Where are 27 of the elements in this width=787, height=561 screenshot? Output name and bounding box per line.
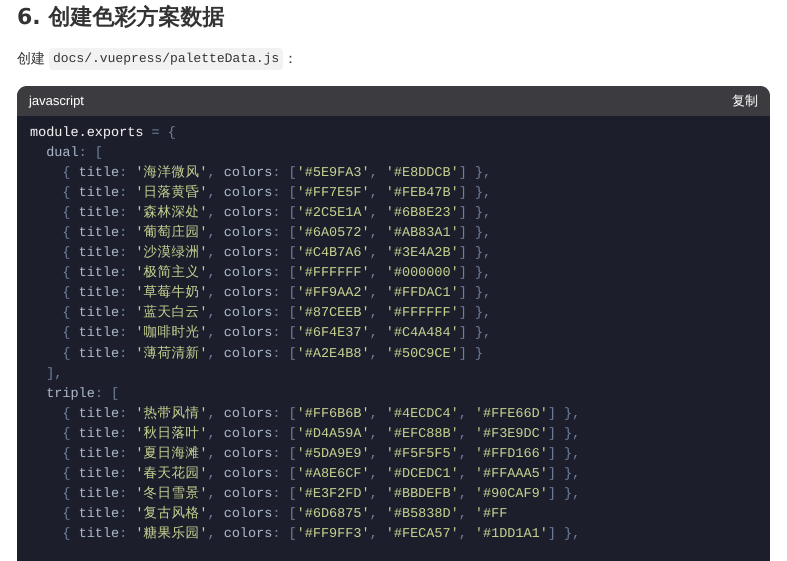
code-line: { title: '蓝天白云', colors: ['#87CEEB', '#FFFFFF'] }, <box>61 304 492 324</box>
copy-button[interactable]: 复制 <box>732 90 758 110</box>
intro-colon: ： <box>283 49 298 68</box>
code-line: { title: '热带风情', colors: ['#FF6B6B', '#4ECDC4', '#FFE66D'] }, <box>61 405 580 424</box>
code-line: { title: '咖啡时光', colors: ['#6F4E37', '#C4A484'] }, <box>61 324 492 344</box>
code-line: { title: '冬日雪景', colors: ['#E3F2FD', '#BBDEFB', '#90CAF9'] }, <box>61 485 580 504</box>
code-line: { title: '日落黄昏', colors: ['#FF7E5F', '#FEB47B'] }, <box>61 184 492 203</box>
code-line: ], <box>45 366 62 384</box>
code-line: { title: '海洋微风', colors: ['#5E9FA3', '#E8DDCB'] }, <box>61 164 492 183</box>
code-line: module.exports = { <box>30 124 176 142</box>
code-line: triple: [ <box>45 386 120 404</box>
code-line: dual: [ <box>45 144 103 163</box>
code-line: { title: '复古风格', colors: ['#6D6875', '#B5838D', '#FF <box>61 505 508 524</box>
code-line: { title: '夏日海滩', colors: ['#5DA9E9', '#F5F5F5', '#FFD166'] }, <box>61 445 580 464</box>
code-line: { title: '薄荷清新', colors: ['#A2E4B8', '#50C9CE'] } <box>61 344 484 364</box>
code-line: { title: '森林深处', colors: ['#2C5E1A', '#6B8E23'] }, <box>61 204 492 223</box>
code-line: { title: '春天花园', colors: ['#A8E6CF', '#DCEDC1', '#FFAAA5'] }, <box>61 465 580 484</box>
code-line: { title: '草莓牛奶', colors: ['#FF9AA2', '#FFDAC1'] }, <box>61 284 492 304</box>
code-line: { title: '秋日落叶', colors: ['#D4A59A', '#EFC88B', '#F3E9DC'] }, <box>61 424 580 444</box>
code-line: { title: '葡萄庄园', colors: ['#6A0572', '#AB83A1'] }, <box>61 224 492 243</box>
language-label: javascript <box>29 92 84 110</box>
inline-code: docs/.vuepress/paletteData.js <box>49 48 284 70</box>
code-line: { title: '极简主义', colors: ['#FFFFFF', '#000000'] }, <box>61 264 492 284</box>
code-line: { title: '沙漠绿洲', colors: ['#C4B7A6', '#3E4A2B'] }, <box>61 244 492 264</box>
code-line: { title: '糖果乐园', colors: ['#FF9FF3', '#FECA57', '#1DD1A1'] }, <box>61 525 580 544</box>
section-heading: 6. 创建色彩方案数据 <box>17 4 226 32</box>
intro-text: 创建 <box>17 49 45 68</box>
